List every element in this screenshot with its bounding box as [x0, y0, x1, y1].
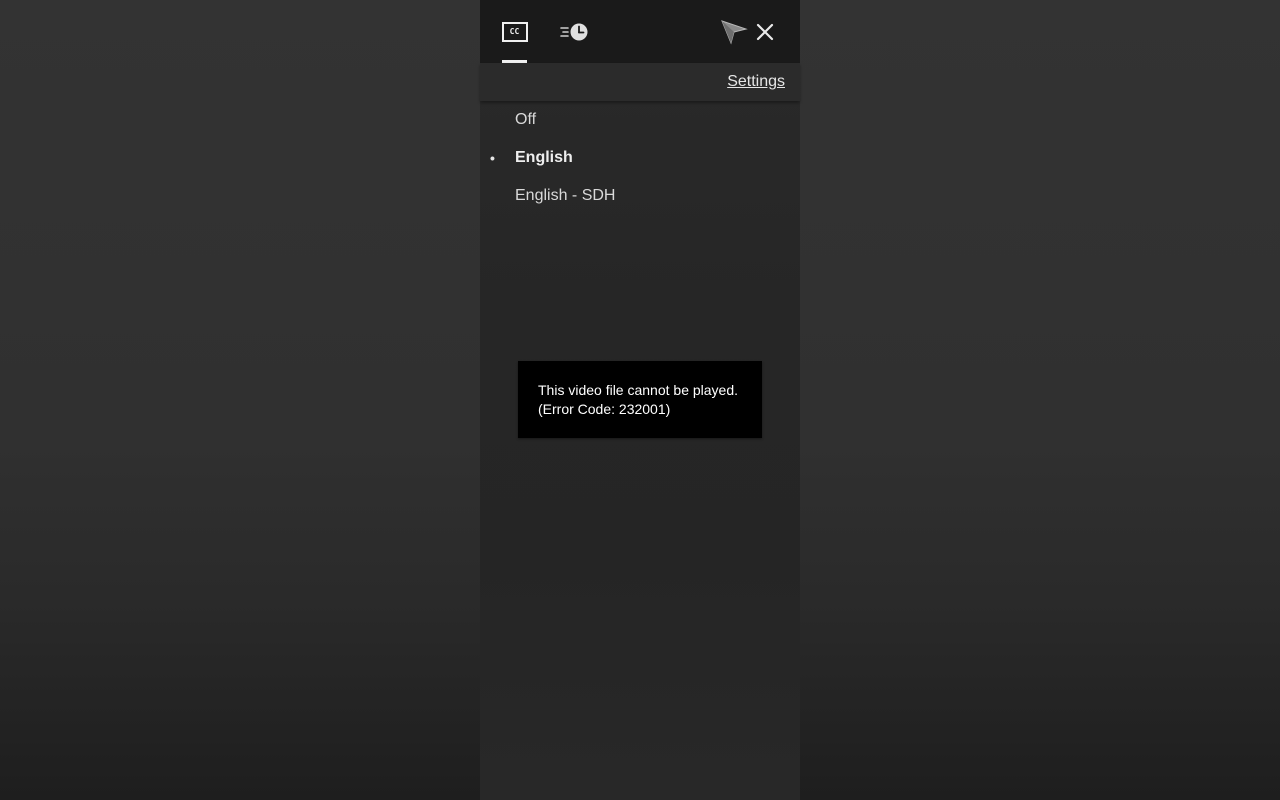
playback-speed-icon: [560, 23, 588, 40]
close-icon: [756, 23, 774, 41]
language-option-off[interactable]: Off: [480, 101, 800, 139]
closed-captions-icon: CC: [501, 21, 528, 42]
settings-link[interactable]: Settings: [727, 73, 785, 91]
tab-playback-speed[interactable]: [558, 0, 592, 63]
subtitles-header: Settings: [480, 63, 800, 101]
language-option-english-sdh[interactable]: English - SDH: [480, 177, 800, 215]
subtitle-language-list: Off • English English - SDH: [480, 101, 800, 215]
close-button[interactable]: [750, 16, 780, 48]
cursor-pointer-icon: [721, 20, 748, 45]
panel-toolbar: CC: [480, 0, 800, 63]
error-message-text: This video file cannot be played.: [538, 382, 739, 398]
captions-panel: CC Settings Off • English English - SDH …: [480, 0, 800, 800]
selected-bullet: •: [490, 150, 495, 166]
pointer-button[interactable]: [719, 16, 749, 48]
language-label: Off: [515, 111, 537, 128]
language-label: English - SDH: [515, 187, 616, 204]
language-option-english[interactable]: • English: [480, 139, 800, 177]
error-message-box: This video file cannot be played. (Error…: [518, 361, 762, 438]
tab-subtitles[interactable]: CC: [498, 0, 531, 63]
language-label: English: [515, 149, 573, 166]
error-code-text: (Error Code: 232001): [538, 401, 671, 417]
